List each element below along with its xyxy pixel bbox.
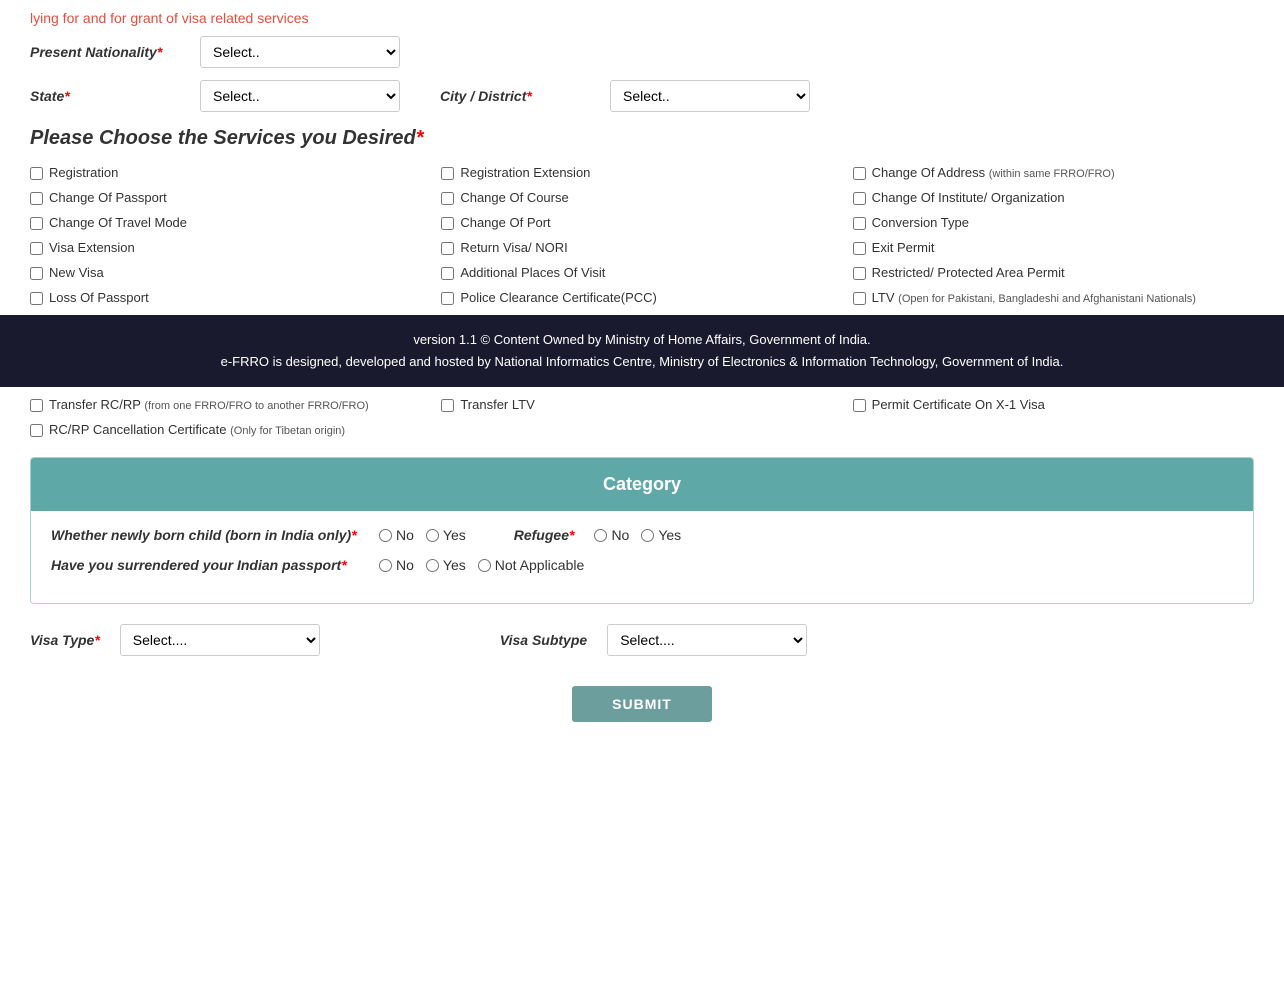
refugee-no-label[interactable]: No <box>594 527 629 543</box>
checkbox-change-address-input[interactable] <box>853 167 866 180</box>
surrendered-yes-radio[interactable] <box>426 559 439 572</box>
checkbox-change-passport: Change Of Passport <box>30 190 431 205</box>
checkbox-additional-places-input[interactable] <box>441 267 454 280</box>
checkbox-exit-permit: Exit Permit <box>853 240 1254 255</box>
refugee-yes-label[interactable]: Yes <box>641 527 681 543</box>
surrendered-no-label[interactable]: No <box>379 557 414 573</box>
checkbox-permit-cert-input[interactable] <box>853 399 866 412</box>
checkbox-loss-passport-input[interactable] <box>30 292 43 305</box>
submit-button[interactable]: SUBMIT <box>572 686 712 722</box>
checkbox-change-course: Change Of Course <box>441 190 842 205</box>
checkbox-ltv: LTV (Open for Pakistani, Bangladeshi and… <box>853 290 1254 305</box>
visa-type-select[interactable]: Select.... <box>120 624 320 656</box>
footer-bar: version 1.1 © Content Owned by Ministry … <box>0 315 1284 387</box>
visa-subtype-label: Visa Subtype <box>500 632 587 648</box>
checkbox-conversion-type-input[interactable] <box>853 217 866 230</box>
checkbox-change-travel: Change Of Travel Mode <box>30 215 431 230</box>
checkbox-change-course-input[interactable] <box>441 192 454 205</box>
visa-subtype-select[interactable]: Select.... <box>607 624 807 656</box>
checkbox-change-institute-input[interactable] <box>853 192 866 205</box>
checkbox-change-port-input[interactable] <box>441 217 454 230</box>
refugee-label: Refugee* <box>514 527 575 543</box>
checkbox-registration-extension: Registration Extension <box>441 165 842 180</box>
footer-line1: version 1.1 © Content Owned by Ministry … <box>20 329 1264 351</box>
checkbox-registration-extension-input[interactable] <box>441 167 454 180</box>
city-group: City / District* Select.. <box>440 80 810 112</box>
surrendered-radio-group: No Yes Not Applicable <box>379 557 584 573</box>
checkbox-transfer-rcrc-input[interactable] <box>30 399 43 412</box>
services-grid-2: Transfer RC/RP (from one FRRO/FRO to ano… <box>0 397 1284 437</box>
refugee-yes-radio[interactable] <box>641 529 654 542</box>
checkbox-transfer-ltv-input[interactable] <box>441 399 454 412</box>
refugee-radio-group: No Yes <box>594 527 681 543</box>
services-heading: Please Choose the Services you Desired* <box>0 127 1284 150</box>
checkbox-change-travel-input[interactable] <box>30 217 43 230</box>
nationality-select[interactable]: Select.. <box>200 36 400 68</box>
services-grid: Registration Registration Extension Chan… <box>0 165 1284 305</box>
checkbox-restricted-area: Restricted/ Protected Area Permit <box>853 265 1254 280</box>
checkbox-rc-rp-cancel-input[interactable] <box>30 424 43 437</box>
checkbox-return-visa-input[interactable] <box>441 242 454 255</box>
surrendered-na-label[interactable]: Not Applicable <box>478 557 585 573</box>
checkbox-return-visa: Return Visa/ NORI <box>441 240 842 255</box>
checkbox-change-passport-input[interactable] <box>30 192 43 205</box>
surrendered-yes-label[interactable]: Yes <box>426 557 466 573</box>
checkbox-registration: Registration <box>30 165 431 180</box>
surrendered-na-radio[interactable] <box>478 559 491 572</box>
checkbox-transfer-ltv: Transfer LTV <box>441 397 842 412</box>
checkbox-ltv-input[interactable] <box>853 292 866 305</box>
checkbox-loss-passport: Loss Of Passport <box>30 290 431 305</box>
surrendered-label: Have you surrendered your Indian passpor… <box>51 557 371 573</box>
visa-row: Visa Type* Select.... Visa Subtype Selec… <box>0 614 1284 666</box>
state-select[interactable]: Select.. <box>200 80 400 112</box>
checkbox-police-clearance-input[interactable] <box>441 292 454 305</box>
checkbox-police-clearance: Police Clearance Certificate(PCC) <box>441 290 842 305</box>
newly-born-label: Whether newly born child (born in India … <box>51 527 371 543</box>
newly-born-radio-group: No Yes <box>379 527 466 543</box>
visa-type-label: Visa Type* <box>30 632 100 648</box>
checkbox-rc-rp-cancel: RC/RP Cancellation Certificate (Only for… <box>30 422 431 437</box>
checkbox-new-visa: New Visa <box>30 265 431 280</box>
checkbox-permit-cert: Permit Certificate On X-1 Visa <box>853 397 1254 412</box>
footer-line2: e-FRRO is designed, developed and hosted… <box>20 351 1264 373</box>
state-city-row: State* Select.. City / District* Select.… <box>0 80 1284 112</box>
checkbox-restricted-area-input[interactable] <box>853 267 866 280</box>
nationality-row: Present Nationality* Select.. <box>0 36 1284 68</box>
city-select[interactable]: Select.. <box>610 80 810 112</box>
newly-born-row: Whether newly born child (born in India … <box>51 527 1233 543</box>
checkbox-change-address: Change Of Address (within same FRRO/FRO) <box>853 165 1254 180</box>
refugee-section: Refugee* No Yes <box>514 527 681 543</box>
category-body: Whether newly born child (born in India … <box>31 511 1253 603</box>
checkbox-exit-permit-input[interactable] <box>853 242 866 255</box>
checkbox-transfer-rcrc: Transfer RC/RP (from one FRRO/FRO to ano… <box>30 397 431 412</box>
top-text: lying for and for grant of visa related … <box>0 0 1284 36</box>
category-header: Category <box>31 458 1253 511</box>
surrendered-no-radio[interactable] <box>379 559 392 572</box>
city-label: City / District* <box>440 88 600 104</box>
newly-born-yes-label[interactable]: Yes <box>426 527 466 543</box>
newly-born-yes-radio[interactable] <box>426 529 439 542</box>
checkbox-visa-extension: Visa Extension <box>30 240 431 255</box>
checkbox-conversion-type: Conversion Type <box>853 215 1254 230</box>
category-section: Category Whether newly born child (born … <box>30 457 1254 604</box>
newly-born-no-radio[interactable] <box>379 529 392 542</box>
checkbox-change-institute: Change Of Institute/ Organization <box>853 190 1254 205</box>
checkbox-registration-input[interactable] <box>30 167 43 180</box>
checkbox-additional-places: Additional Places Of Visit <box>441 265 842 280</box>
refugee-no-radio[interactable] <box>594 529 607 542</box>
submit-row: SUBMIT <box>0 676 1284 742</box>
newly-born-no-label[interactable]: No <box>379 527 414 543</box>
checkbox-change-port: Change Of Port <box>441 215 842 230</box>
surrendered-row: Have you surrendered your Indian passpor… <box>51 557 1233 573</box>
checkbox-new-visa-input[interactable] <box>30 267 43 280</box>
checkbox-visa-extension-input[interactable] <box>30 242 43 255</box>
state-group: State* Select.. <box>30 80 400 112</box>
nationality-label: Present Nationality* <box>30 44 190 60</box>
state-label: State* <box>30 88 190 104</box>
